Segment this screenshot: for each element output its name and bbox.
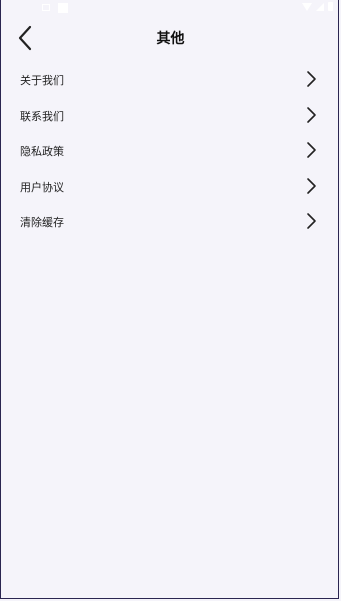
chevron-right-icon (305, 141, 317, 159)
chevron-right-icon (305, 106, 317, 124)
chevron-right-icon (305, 212, 317, 230)
top-bar: 其他 (0, 16, 341, 60)
menu-item-contact-us[interactable]: 联系我们 (0, 98, 341, 134)
menu-item-label: 清除缓存 (20, 216, 64, 229)
sim-card-icon (58, 3, 68, 13)
menu-item-label: 关于我们 (20, 74, 64, 87)
chevron-right-icon (305, 177, 317, 195)
menu-item-clear-cache[interactable]: 清除缓存 (0, 204, 341, 240)
signal-icon (316, 2, 324, 11)
menu-item-user-agreement[interactable]: 用户协议 (0, 169, 341, 205)
chevron-right-icon (305, 70, 317, 88)
notification-icon (42, 4, 50, 11)
wifi-icon (302, 2, 312, 11)
page-title: 其他 (156, 31, 185, 47)
status-icons (302, 2, 333, 11)
menu-item-about-us[interactable]: 关于我们 (0, 62, 341, 98)
menu-item-label: 隐私政策 (20, 145, 64, 158)
menu-item-label: 联系我们 (20, 109, 64, 123)
menu-item-label: 用户协议 (20, 180, 64, 194)
menu-item-privacy-policy[interactable]: 隐私政策 (0, 133, 341, 169)
status-bar (0, 0, 341, 16)
settings-menu: 关于我们 联系我们 隐私政策 用户协议 清除缓存 (0, 62, 341, 240)
battery-icon (328, 2, 333, 11)
